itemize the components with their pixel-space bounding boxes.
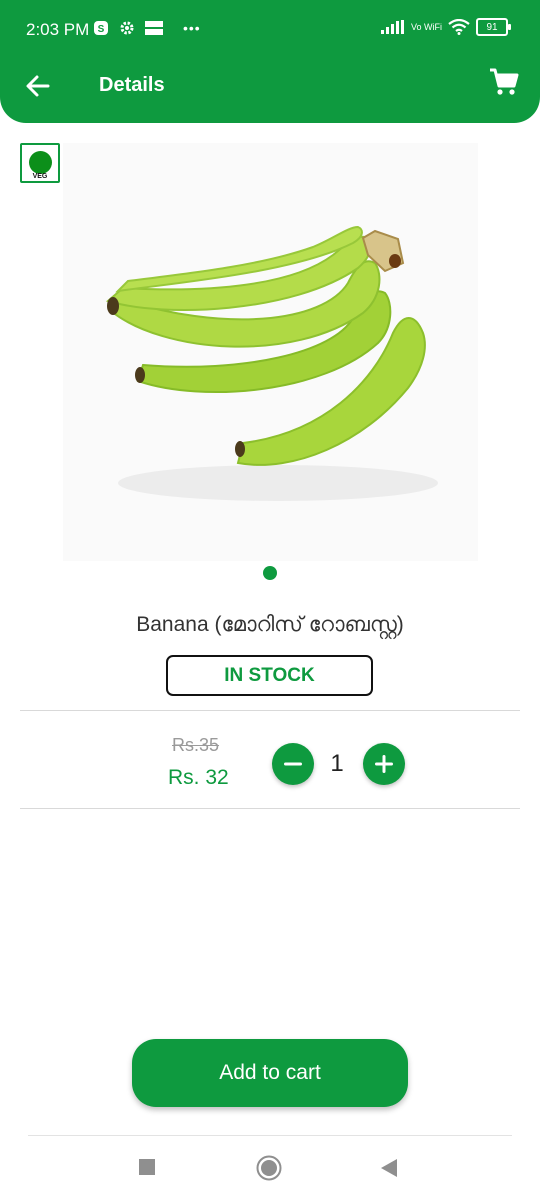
svg-text:S: S (98, 24, 105, 35)
circle-icon[interactable] (256, 1155, 282, 1181)
wifi-icon (448, 19, 470, 35)
minus-icon (284, 762, 302, 766)
app-notification-icon (145, 21, 163, 35)
divider-top (20, 710, 520, 711)
battery-level: 91 (486, 21, 498, 33)
skype-icon: S (94, 21, 108, 35)
original-price: Rs.35 (172, 735, 220, 755)
vowifi-label: Vo WiFi (410, 21, 442, 32)
signal-icon (380, 20, 404, 34)
product-name: Banana (മോറിസ് റോബസ്റ്റ) (136, 613, 404, 636)
shopping-cart-icon[interactable] (488, 66, 520, 98)
arrow-left-icon[interactable] (24, 72, 52, 100)
gear-icon (120, 21, 134, 35)
veg-dot-icon (29, 151, 52, 174)
stock-status-badge: IN STOCK (166, 655, 373, 696)
status-bar: 2:03 PM S ••• Vo WiFi 91 (0, 0, 540, 60)
veg-label: VEG (32, 173, 48, 180)
current-price: Rs. 32 (168, 766, 229, 789)
triangle-back-icon[interactable] (379, 1158, 399, 1178)
status-time: 2:03 PM (26, 20, 90, 39)
status-notification-icons: S ••• (93, 20, 201, 36)
toolbar: Details (0, 60, 540, 110)
veg-badge: VEG (20, 143, 60, 183)
more-notifications-icon: ••• (183, 20, 201, 36)
nav-divider (28, 1135, 512, 1136)
decrease-quantity-button[interactable] (272, 743, 314, 785)
app-header: 2:03 PM S ••• Vo WiFi 91 Details (0, 0, 540, 123)
plus-icon (375, 755, 393, 773)
status-system-icons: Vo WiFi 91 (380, 18, 511, 36)
banana-image[interactable] (63, 143, 478, 561)
square-icon[interactable] (138, 1158, 156, 1176)
add-to-cart-button[interactable]: Add to cart (132, 1039, 408, 1107)
image-pager-dot[interactable] (263, 566, 277, 580)
quantity-value: 1 (330, 750, 344, 777)
battery-icon: 91 (476, 18, 511, 36)
page-title: Details (99, 74, 165, 96)
divider-bottom (20, 808, 520, 809)
system-nav-bar (0, 1140, 540, 1200)
increase-quantity-button[interactable] (363, 743, 405, 785)
